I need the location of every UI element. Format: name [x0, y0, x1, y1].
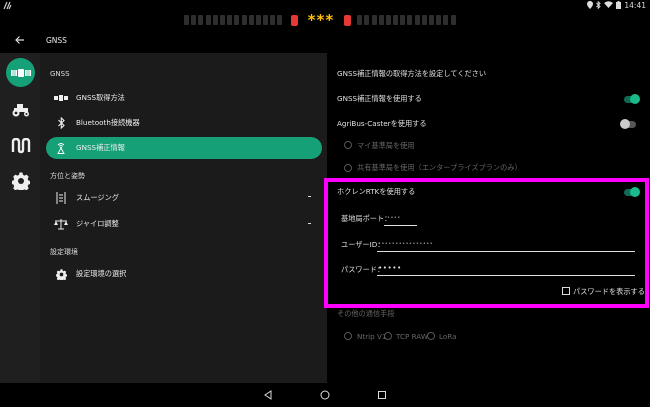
antenna-icon: [46, 142, 76, 154]
satellite-icon: [46, 94, 76, 102]
lightbar-left-marker: [290, 14, 298, 26]
nav-recents-button[interactable]: [376, 389, 388, 401]
wifi-icon: [604, 1, 614, 10]
nav-home-button[interactable]: [319, 389, 331, 401]
location-icon: [587, 0, 594, 11]
section-header-environment: 設定環境: [50, 248, 78, 256]
back-button[interactable]: [12, 34, 28, 50]
balance-icon: [46, 218, 76, 230]
use-agribus-label: AgriBus-Casterを使用する: [337, 119, 427, 128]
list-item-gyro[interactable]: ジャイロ調整: [46, 213, 322, 235]
radio-shared-base-label: 共有基準局を使用（エンタープライズプランのみ）: [357, 163, 522, 172]
gear-icon: [11, 172, 30, 190]
radio-tcp-raw[interactable]: [384, 332, 392, 340]
rail-item-gnss[interactable]: [6, 58, 35, 87]
port-label: 基地局ポート：: [341, 214, 392, 223]
radio-my-base-label: マイ基準局を使用: [357, 141, 415, 150]
list-item-bluetooth[interactable]: Bluetooth接続機器: [46, 112, 322, 134]
radio-ntrip-v1[interactable]: [344, 332, 352, 340]
list-divider-tick: [308, 196, 311, 197]
password-input[interactable]: [377, 275, 635, 276]
use-hokuren-toggle[interactable]: [624, 187, 640, 197]
use-correction-label: GNSS補正情報を使用する: [337, 94, 422, 103]
use-correction-toggle[interactable]: [624, 94, 640, 104]
list-divider-tick: [308, 223, 311, 224]
app-header: GNSS: [0, 30, 650, 53]
list-item-env-select[interactable]: 設定環境の選択: [46, 263, 322, 285]
radio-shared-base[interactable]: [344, 164, 352, 172]
section-header-heading: 方位と姿勢: [50, 172, 85, 180]
app-logo-icon: [3, 1, 12, 10]
show-password-checkbox[interactable]: [562, 287, 570, 295]
circle-home-icon: [320, 390, 330, 400]
correction-settings-panel: GNSS補正情報の取得方法を設定してください GNSS補正情報を使用する Agr…: [327, 53, 650, 383]
use-hokuren-label: ホクレンRTKを使用する: [337, 187, 416, 196]
satellite-icon: [10, 68, 31, 77]
user-id-value: ••••••••••••••••: [378, 241, 434, 247]
lightbar-indicator: ***: [307, 11, 335, 29]
nav-rail: [0, 53, 40, 383]
show-password-label: パスワードを表示する: [573, 287, 645, 296]
section-header-gnss: GNSS: [50, 70, 70, 78]
battery-icon: [616, 0, 622, 11]
other-methods-header: その他の通信手段: [337, 309, 395, 318]
smoothing-icon: [46, 192, 76, 204]
password-value: •••••: [378, 263, 402, 272]
radio-lora-label: LoRa: [439, 332, 457, 341]
triangle-back-icon: [264, 390, 272, 400]
port-input[interactable]: [384, 225, 417, 226]
square-recents-icon: [378, 391, 386, 399]
list-item-smoothing[interactable]: スムージング: [46, 187, 322, 209]
nav-back-button[interactable]: [262, 389, 274, 401]
system-nav-bar: [0, 383, 650, 407]
instruction-text: GNSS補正情報の取得方法を設定してください: [337, 69, 487, 78]
tractor-icon: [12, 103, 29, 116]
status-bar: 14:41: [0, 0, 650, 11]
use-agribus-toggle[interactable]: [620, 119, 636, 129]
page-title: GNSS: [46, 36, 67, 45]
list-item-gnss-correction[interactable]: GNSS補正情報: [46, 137, 322, 159]
radio-ntrip-v1-label: Ntrip V1: [357, 332, 387, 341]
implement-icon: [11, 137, 30, 153]
rail-item-vehicle[interactable]: [6, 95, 35, 124]
lightbar-right-marker: [344, 14, 352, 26]
port-value: ••••: [387, 215, 401, 221]
bluetooth-status-icon: [596, 0, 602, 11]
list-item-gnss-method[interactable]: GNSS取得方法: [46, 87, 322, 109]
bluetooth-icon: [46, 117, 76, 129]
settings-list: GNSS GNSS取得方法 Bluetooth接続機器 GNSS補正情報 方位と…: [40, 53, 327, 383]
radio-my-base[interactable]: [344, 141, 352, 149]
radio-tcp-raw-label: TCP RAW: [396, 332, 428, 341]
clock: 14:41: [624, 1, 646, 10]
radio-lora[interactable]: [427, 332, 435, 340]
guidance-lightbar: ***: [184, 12, 464, 28]
rail-item-settings[interactable]: [6, 166, 35, 195]
rail-item-implement[interactable]: [6, 131, 35, 160]
arrow-left-icon: [15, 36, 24, 44]
user-id-input[interactable]: [377, 251, 635, 252]
gear-icon: [46, 268, 76, 280]
